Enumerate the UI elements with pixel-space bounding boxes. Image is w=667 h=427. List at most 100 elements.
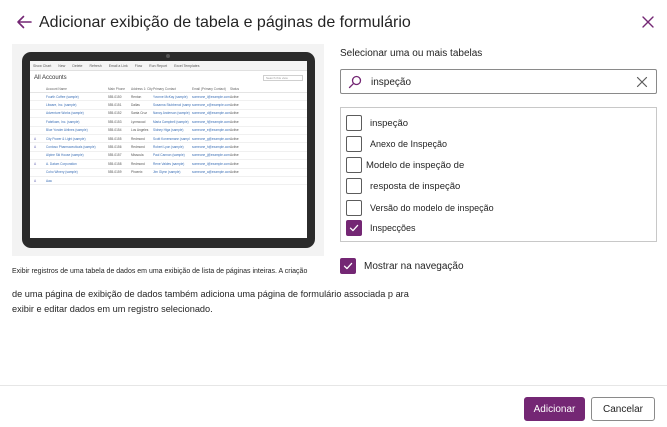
clear-search-icon[interactable] [636,76,648,88]
table-option-versao-do-modelo[interactable]: Versão do modelo de inspeção [346,200,494,216]
preview-cell: Active [230,94,239,99]
preview-cell: Yvonne McKay (sample) [153,94,188,99]
preview-toolbar-item: Flow [134,63,143,68]
preview-cell: Nancy Anderson (sample) [153,111,190,116]
description-text: de uma página de exibição de dados també… [12,289,409,299]
preview-row: Adventure Works (sample) 555-0152 Santa Cr… [30,110,307,119]
show-in-navigation-label: Mostrar na navegação [364,260,464,272]
description-text: Exibir registros de uma tabela de dados … [12,268,308,275]
preview-column-header: Email (Primary Contact) [192,86,226,91]
preview-column-header: Address 1: City [131,86,153,91]
table-option-inspeccoes[interactable]: Inspecções [346,220,416,236]
table-option-anexo-de-inspecao[interactable]: Anexo de Inspeção [346,136,447,152]
preview-cell: A [34,145,37,150]
preview-column-header: Main Phone [108,86,126,91]
checkbox[interactable] [346,157,362,173]
table-option-label: Anexo de Inspeção [370,139,448,149]
tablet-frame: Show Chart New Delete Refresh Email a Link Fl… [22,52,315,248]
preview-row: Blue Yonder Airlines (sample) 555-0154 Los… [30,127,307,135]
preview-cell: someone_f@example.com [192,119,230,124]
camera-dot [166,54,170,58]
close-icon [642,16,654,28]
preview-cell: Adventure Works (sample) [46,111,84,116]
preview-view-name: All Accounts [34,75,67,81]
checkbox-checked[interactable] [346,220,362,236]
close-button[interactable] [641,15,655,29]
dialog-header: Adicionar exibição de tabela e páginas d… [0,0,667,44]
preview-cell: Blue Yonder Airlines (sample) [46,128,88,133]
preview-row: Fourth Coffee (sample) 555-0150 Renton Yvon… [30,93,307,102]
preview-cell: someone_a@example.com [192,170,230,175]
preview-toolbar-item: Delete [72,63,83,68]
preview-column-header: Primary Contact [153,86,176,91]
preview-cell: 555-0153 [108,119,122,124]
preview-cell: A [34,136,37,141]
table-search-box[interactable] [340,69,657,94]
preview-row: A A. Datum Corporation 555-0158 Redmond Rene… [30,160,307,169]
preview-cell: Litware, Inc. (sample) [46,103,77,108]
description-text: exibir e editar dados em um registro sel… [12,304,213,314]
cancel-button[interactable]: Cancelar [591,397,655,421]
preview-cell: someone_d@example.com [192,111,230,116]
table-option-resposta-de-inspecao[interactable]: resposta de inspeção [346,178,460,194]
preview-row: Alpine Ski House (sample) 555-0157 Missoul… [30,152,307,161]
checkbox[interactable] [346,178,362,194]
checkmark-icon [349,224,359,232]
preview-cell: A [34,161,37,166]
preview-cell: someone_e@example.com [192,128,230,133]
preview-cell: Dallas [131,103,140,108]
table-option-label: inspeção [370,117,409,129]
preview-cell: someone_h@example.com [192,145,230,150]
preview-column-header: Status [230,86,240,91]
preview-cell: someone_i@example.com [192,94,230,99]
preview-cell: 555-0159 [108,170,122,175]
preview-cell: someone_j@example.com [192,153,230,158]
preview-cell: Maria Campbell (sample) [153,119,189,124]
back-button[interactable] [14,12,34,32]
checkbox[interactable] [346,115,362,131]
preview-screen: Show Chart New Delete Refresh Email a Link Fl… [30,61,307,238]
show-in-navigation-checkbox[interactable]: Mostrar na navegação [340,258,464,274]
preview-row: A Aaa [30,177,307,186]
tables-label: Selecionar uma ou mais tabelas [340,48,483,59]
preview-toolbar-item: Email a Link [108,63,128,68]
table-option-modelo-de-inspecao[interactable]: Modelo de inspeção de [346,157,464,173]
preview-cell: 555-0156 [108,145,122,150]
preview-cell: someone_g@example.com [192,136,230,141]
table-option-inspecao[interactable]: inspeção [346,115,408,131]
preview-cell: Active [230,153,239,158]
preview-row: Fabrikam, Inc. (sample) 555-0153 Lynnwood M… [30,118,307,127]
preview-cell: 555-0152 [108,111,122,116]
preview-cell: Phoenix [131,170,143,175]
preview-cell: Susanna Stubberod (samp [153,103,191,108]
preview-cell: Lynnwood [131,119,146,124]
checkbox[interactable] [346,200,362,216]
search-icon [348,75,362,89]
preview-cell: A. Datum Corporation [46,161,77,166]
preview-cell: Contoso Pharmaceuticals (sample) [46,145,96,150]
add-button[interactable]: Adicionar [524,397,585,421]
table-search-input[interactable] [371,75,621,89]
dialog-title: Adicionar exibição de tabela e páginas d… [39,14,411,31]
preview-cell: Redmond [131,161,145,166]
preview-cell: Active [230,136,239,141]
preview-cell: Coho Winery (sample) [46,170,78,175]
preview-viewbar: All Accounts Search this view [30,71,307,85]
preview-row: A City Power & Light (sample) 555-0155 Redm… [30,135,307,144]
preview-toolbar: Show Chart New Delete Refresh Email a Link Fl… [30,61,307,71]
arrow-left-icon [17,15,32,29]
preview-cell: City Power & Light (sample) [46,136,86,141]
preview-cell: 555-0150 [108,94,122,99]
preview-grid-header: Account Name Main Phone Address 1: City Pri… [30,85,307,93]
preview-cell: Redmond [131,136,145,141]
checkbox-checked[interactable] [340,258,356,274]
preview-row: Litware, Inc. (sample) 555-0151 Dallas Susa… [30,101,307,110]
preview-cell: Rene Valdes (sample) [153,161,185,166]
preview-cell: Redmond [131,145,145,150]
preview-search: Search this view [263,75,303,81]
preview-cell: Robert Lyon (sample) [153,145,184,150]
checkbox[interactable] [346,136,362,152]
preview-toolbar-item: New [58,63,66,68]
table-option-label: resposta de inspeção [370,180,461,192]
table-list: inspeção Anexo de Inspeção Modelo de ins… [340,107,657,242]
